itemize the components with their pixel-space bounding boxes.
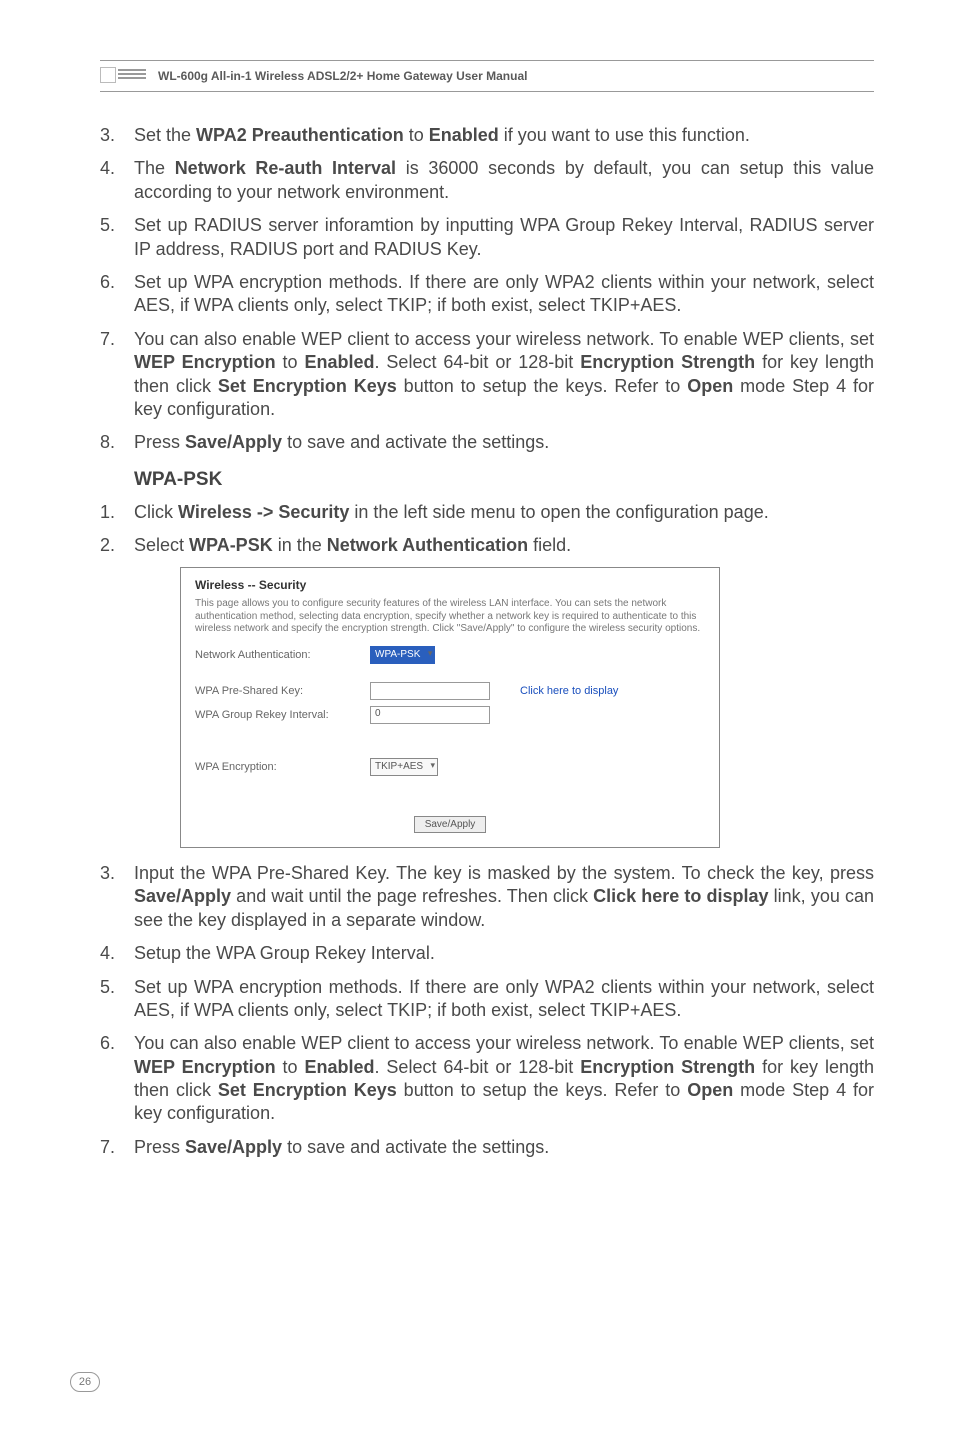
instruction-list-1: Set the WPA2 Preauthentication to Enable… — [100, 124, 874, 455]
list1-item-7: You can also enable WEP client to access… — [134, 328, 874, 422]
list3-item-3: Input the WPA Pre-Shared Key. The key is… — [134, 862, 874, 932]
list2-item-1: Click Wireless -> Security in the left s… — [134, 501, 874, 524]
section-heading-wpapsk: WPA-PSK — [134, 469, 874, 491]
display-key-link[interactable]: Click here to display — [520, 685, 618, 697]
router-icon — [100, 65, 150, 87]
page-number: 26 — [70, 1372, 100, 1392]
list3-item-7: Press Save/Apply to save and activate th… — [134, 1136, 874, 1159]
config-screenshot: Wireless -- Security This page allows yo… — [180, 567, 720, 848]
rekey-input[interactable]: 0 — [370, 706, 490, 724]
ss-enc-label: WPA Encryption: — [195, 761, 370, 773]
save-apply-button[interactable]: Save/Apply — [414, 816, 487, 833]
ss-title: Wireless -- Security — [195, 578, 705, 592]
ss-desc: This page allows you to configure securi… — [195, 598, 705, 636]
page-header: WL-600g All-in-1 Wireless ADSL2/2+ Home … — [100, 65, 874, 92]
psk-input[interactable] — [370, 682, 490, 700]
list3-item-6: You can also enable WEP client to access… — [134, 1032, 874, 1126]
ss-psk-label: WPA Pre-Shared Key: — [195, 685, 370, 697]
list1-item-6: Set up WPA encryption methods. If there … — [134, 271, 874, 318]
instruction-list-2: Click Wireless -> Security in the left s… — [100, 501, 874, 558]
list2-item-2: Select WPA-PSK in the Network Authentica… — [134, 534, 874, 557]
instruction-list-3: Input the WPA Pre-Shared Key. The key is… — [100, 862, 874, 1159]
wpa-encryption-select[interactable]: TKIP+AES — [370, 758, 438, 776]
list1-item-4: The Network Re-auth Interval is 36000 se… — [134, 157, 874, 204]
ss-rekey-label: WPA Group Rekey Interval: — [195, 709, 370, 721]
list3-item-4: Setup the WPA Group Rekey Interval. — [134, 942, 874, 965]
list3-item-5: Set up WPA encryption methods. If there … — [134, 976, 874, 1023]
list1-item-5: Set up RADIUS server inforamtion by inpu… — [134, 214, 874, 261]
ss-auth-label: Network Authentication: — [195, 649, 370, 661]
list1-item-3: Set the WPA2 Preauthentication to Enable… — [134, 124, 874, 147]
list1-item-8: Press Save/Apply to save and activate th… — [134, 431, 874, 454]
network-auth-select[interactable]: WPA-PSK — [370, 646, 435, 664]
header-title: WL-600g All-in-1 Wireless ADSL2/2+ Home … — [158, 69, 527, 83]
